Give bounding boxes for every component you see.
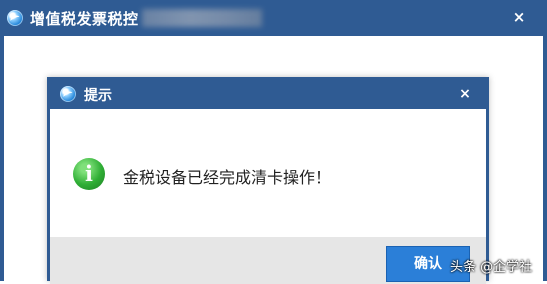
- dialog-logo-icon: [60, 86, 76, 102]
- info-icon: i: [73, 158, 105, 190]
- app-logo-icon: [7, 10, 23, 26]
- redacted-title-blur: [142, 9, 262, 27]
- window-frame-right: [543, 36, 547, 281]
- dialog-titlebar[interactable]: 提示 ×: [50, 80, 486, 109]
- dialog-title: 提示: [84, 88, 112, 104]
- window-frame-left: [0, 36, 4, 281]
- dialog-close-icon[interactable]: ×: [452, 82, 478, 106]
- alert-dialog: 提示 × i 金税设备已经完成清卡操作！ 确认: [47, 77, 489, 284]
- dialog-button-bar: 确认: [50, 237, 486, 284]
- dialog-message: 金税设备已经完成清卡操作！: [123, 168, 332, 187]
- main-window-titlebar[interactable]: 增值税发票税控 ×: [0, 0, 547, 36]
- main-window-close-icon[interactable]: ×: [504, 5, 534, 29]
- main-window-title: 增值税发票税控: [30, 10, 139, 28]
- watermark-text: 头条 @企学社: [450, 260, 533, 275]
